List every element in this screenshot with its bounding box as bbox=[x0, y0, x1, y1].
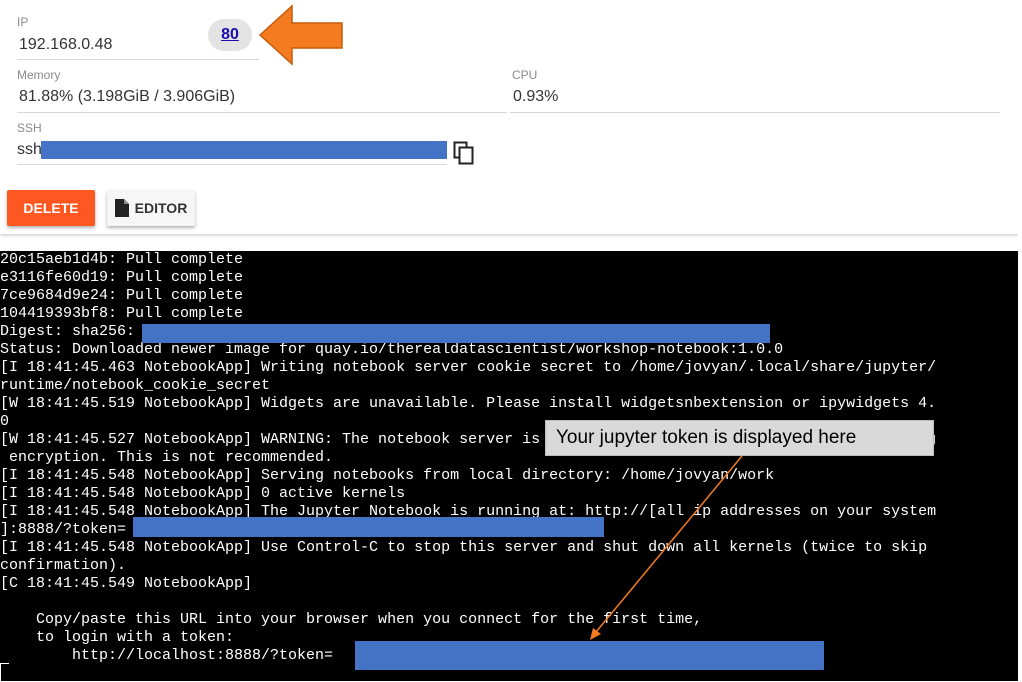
localhost-token-redaction bbox=[355, 641, 824, 670]
editor-button-label: EDITOR bbox=[134, 200, 188, 216]
memory-underline bbox=[17, 112, 507, 113]
terminal-line: 0 bbox=[0, 413, 10, 430]
terminal-line: encryption. This is not recommended. bbox=[0, 449, 334, 466]
terminal-line: runtime/notebook_cookie_secret bbox=[0, 377, 271, 394]
terminal-line: ]:8888/?token= bbox=[0, 521, 127, 538]
terminal-line: 20c15aeb1d4b: Pull complete bbox=[0, 251, 244, 268]
port-underline bbox=[204, 59, 259, 60]
terminal-line: Digest: sha256: bbox=[0, 323, 136, 340]
file-icon bbox=[114, 199, 129, 217]
terminal-line: http://localhost:8888/?token= bbox=[0, 647, 334, 664]
token-redaction bbox=[133, 517, 604, 537]
ssh-underline bbox=[17, 164, 447, 165]
terminal-line: Copy/paste this URL into your browser wh… bbox=[0, 611, 703, 628]
terminal-line: 7ce9684d9e24: Pull complete bbox=[0, 287, 244, 304]
digest-redaction bbox=[142, 324, 770, 343]
memory-label: Memory bbox=[17, 68, 61, 82]
terminal-line: [I 18:41:45.548 NotebookApp] Serving not… bbox=[0, 467, 775, 484]
token-annotation: Your jupyter token is displayed here bbox=[545, 420, 934, 456]
arrow-left-icon bbox=[258, 4, 343, 66]
terminal-line: confirmation). bbox=[0, 557, 127, 574]
vm-details-panel: IP 192.168.0.48 80 Memory 81.88% (3.198G… bbox=[0, 0, 1018, 234]
ssh-value: ssh bbox=[17, 141, 42, 158]
terminal-line: [I 18:41:45.548 NotebookApp] 0 active ke… bbox=[0, 485, 406, 502]
ip-underline bbox=[17, 59, 207, 60]
terminal-line: Status: Downloaded newer image for quay.… bbox=[0, 341, 784, 358]
cpu-value: 0.93% bbox=[513, 88, 559, 105]
terminal-line: 104419393bf8: Pull complete bbox=[0, 305, 244, 322]
terminal-cursor-corner bbox=[0, 663, 9, 682]
cpu-label: CPU bbox=[512, 68, 538, 82]
copy-icon[interactable] bbox=[453, 141, 475, 165]
cpu-underline bbox=[510, 112, 1000, 113]
terminal-line: e3116fe60d19: Pull complete bbox=[0, 269, 244, 286]
token-annotation-text: Your jupyter token is displayed here bbox=[556, 427, 857, 448]
terminal-line: [I 18:41:45.463 NotebookApp] Writing not… bbox=[0, 359, 937, 376]
port-link[interactable]: 80 bbox=[208, 19, 252, 51]
terminal-line: [I 18:41:45.548 NotebookApp] Use Control… bbox=[0, 539, 928, 556]
right-edge bbox=[1018, 0, 1022, 681]
editor-button[interactable]: EDITOR bbox=[107, 190, 195, 226]
delete-button[interactable]: DELETE bbox=[7, 190, 95, 226]
ip-value: 192.168.0.48 bbox=[19, 36, 113, 53]
ip-label: IP bbox=[17, 15, 29, 29]
delete-button-label: DELETE bbox=[23, 200, 79, 216]
ssh-label: SSH bbox=[17, 121, 42, 135]
terminal-line: to login with a token: bbox=[0, 629, 235, 646]
memory-value: 81.88% (3.198GiB / 3.906GiB) bbox=[19, 88, 236, 105]
terminal-line: [C 18:41:45.549 NotebookApp] bbox=[0, 575, 253, 592]
terminal-line: [W 18:41:45.519 NotebookApp] Widgets are… bbox=[0, 395, 937, 412]
ssh-redaction bbox=[41, 141, 447, 159]
terminal-output[interactable]: 20c15aeb1d4b: Pull complete e3116fe60d19… bbox=[0, 251, 1018, 681]
